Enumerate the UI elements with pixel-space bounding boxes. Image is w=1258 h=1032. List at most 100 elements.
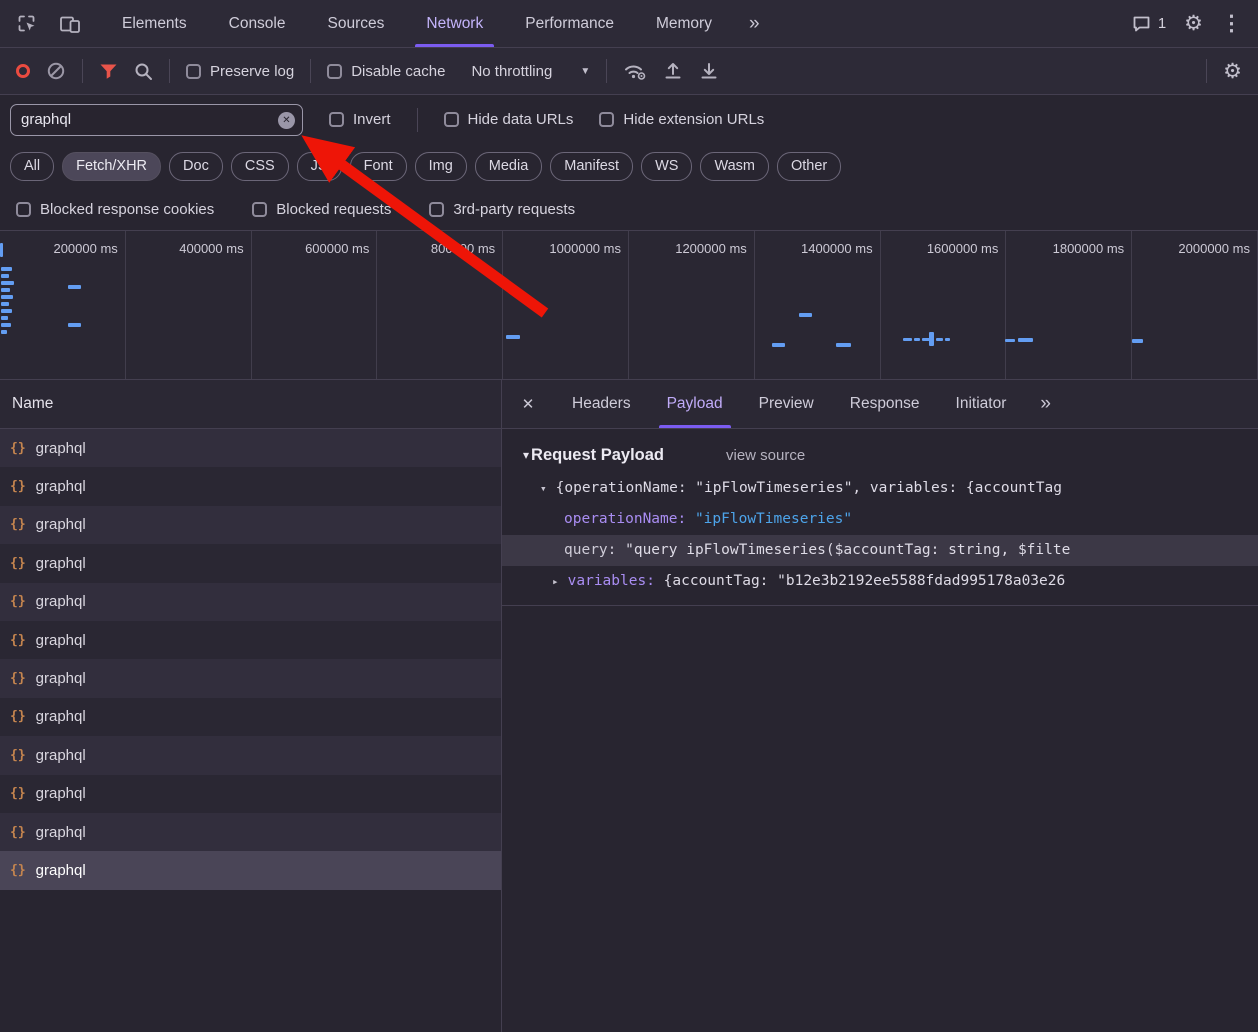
request-row[interactable]: {}graphql [0, 698, 501, 736]
request-mark [0, 243, 3, 257]
network-main-split: Name {}graphql{}graphql{}graphql{}graphq… [0, 380, 1258, 1032]
network-settings-gear-icon[interactable]: ⚙ [1223, 61, 1242, 82]
settings-gear-icon[interactable]: ⚙ [1184, 13, 1203, 34]
dropdown-arrow-icon: ▼ [580, 66, 590, 77]
filter-chip-js[interactable]: JS [297, 152, 342, 181]
request-row[interactable]: {}graphql [0, 621, 501, 659]
detail-tab-headers[interactable]: Headers [554, 380, 649, 428]
json-key: operationName: [564, 511, 695, 527]
filter-chip-other[interactable]: Other [777, 152, 841, 181]
filter-input-wrap: ✕ [10, 104, 303, 136]
payload-variables-line[interactable]: ▸variables: {accountTag: "b12e3b2192ee55… [502, 566, 1258, 597]
request-row[interactable]: {}graphql [0, 736, 501, 774]
detail-tab-preview[interactable]: Preview [741, 380, 832, 428]
export-har-button[interactable] [699, 61, 719, 81]
filter-chip-manifest[interactable]: Manifest [550, 152, 633, 181]
request-row[interactable]: {}graphql [0, 775, 501, 813]
disclosure-open-icon[interactable]: ▾ [523, 448, 529, 462]
tab-elements[interactable]: Elements [101, 0, 208, 47]
inspect-element-icon[interactable] [16, 13, 37, 34]
device-toolbar-icon[interactable] [59, 14, 81, 34]
tab-memory[interactable]: Memory [635, 0, 733, 47]
disclosure-open-icon: ▾ [540, 482, 547, 495]
request-row[interactable]: {}graphql [0, 467, 501, 505]
more-panels-icon[interactable]: » [733, 0, 776, 47]
issues-counter[interactable]: 1 [1132, 15, 1166, 33]
filter-chip-all[interactable]: All [10, 152, 54, 181]
request-row[interactable]: {}graphql [0, 851, 501, 889]
tab-performance[interactable]: Performance [504, 0, 635, 47]
close-details-icon[interactable]: ✕ [502, 380, 554, 428]
invert-checkbox[interactable]: Invert [329, 111, 391, 128]
filter-chip-wasm[interactable]: Wasm [700, 152, 769, 181]
payload-root-line[interactable]: ▾{operationName: "ipFlowTimeseries", var… [502, 473, 1258, 504]
request-row[interactable]: {}graphql [0, 506, 501, 544]
devtools-right-controls: 1 ⚙ ⋮ [1132, 0, 1258, 47]
third-party-requests-checkbox[interactable]: 3rd-party requests [429, 201, 575, 218]
json-key: variables: [568, 573, 664, 589]
tab-sources[interactable]: Sources [307, 0, 406, 47]
filter-chip-ws[interactable]: WS [641, 152, 692, 181]
record-button[interactable] [16, 64, 30, 78]
request-row[interactable]: {}graphql [0, 659, 501, 697]
disable-cache-checkbox[interactable]: Disable cache [327, 63, 445, 80]
filter-chip-img[interactable]: Img [415, 152, 467, 181]
hide-extension-urls-checkbox[interactable]: Hide extension URLs [599, 111, 764, 128]
import-har-button[interactable] [663, 61, 683, 81]
braces-icon: {} [10, 671, 26, 686]
blocked-response-cookies-checkbox[interactable]: Blocked response cookies [16, 201, 214, 218]
filter-chip-css[interactable]: CSS [231, 152, 289, 181]
filter-chip-media[interactable]: Media [475, 152, 543, 181]
request-name: graphql [36, 478, 86, 495]
request-row[interactable]: {}graphql [0, 583, 501, 621]
wifi-gear-icon [623, 61, 647, 81]
checkbox-box [329, 112, 344, 127]
payload-operation-line[interactable]: operationName: "ipFlowTimeseries" [502, 504, 1258, 535]
checkbox-box [16, 202, 31, 217]
preserve-log-checkbox[interactable]: Preserve log [186, 63, 294, 80]
network-conditions-button[interactable] [623, 61, 647, 81]
timeline-overview[interactable]: 200000 ms400000 ms600000 ms800000 ms1000… [0, 231, 1258, 380]
throttling-value: No throttling [471, 63, 552, 80]
more-detail-tabs-icon[interactable]: » [1024, 380, 1067, 428]
request-name: graphql [36, 824, 86, 841]
timeline-label: 1200000 ms [675, 241, 747, 256]
blocked-requests-checkbox[interactable]: Blocked requests [252, 201, 391, 218]
tab-console[interactable]: Console [208, 0, 307, 47]
tab-network[interactable]: Network [405, 0, 504, 47]
request-row[interactable]: {}graphql [0, 429, 501, 467]
search-button[interactable] [134, 62, 153, 81]
filter-chip-font[interactable]: Font [350, 152, 407, 181]
checkbox-box [444, 112, 459, 127]
timeline-label: 1800000 ms [1053, 241, 1125, 256]
request-list: {}graphql{}graphql{}graphql{}graphql{}gr… [0, 429, 501, 1032]
detail-tab-payload[interactable]: Payload [649, 380, 741, 428]
request-mark [506, 335, 520, 339]
kebab-menu-icon[interactable]: ⋮ [1221, 13, 1242, 34]
filter-toggle-button[interactable] [99, 63, 118, 80]
timeline-label: 1600000 ms [927, 241, 999, 256]
request-payload-section: ▾ Request Payload view source [502, 437, 1258, 473]
name-column-header[interactable]: Name [0, 380, 501, 429]
payload-query-line-selected[interactable]: query: "query ipFlowTimeseries($accountT… [502, 535, 1258, 566]
clear-filter-icon[interactable]: ✕ [278, 112, 295, 129]
request-name: graphql [36, 862, 86, 879]
timeline-section: 2000000 ms [1132, 231, 1258, 379]
request-row[interactable]: {}graphql [0, 544, 501, 582]
timeline-label: 1000000 ms [549, 241, 621, 256]
detail-tab-initiator[interactable]: Initiator [938, 380, 1025, 428]
invert-label: Invert [353, 111, 391, 128]
filter-chip-doc[interactable]: Doc [169, 152, 223, 181]
filter-chip-fetch-xhr[interactable]: Fetch/XHR [62, 152, 161, 181]
request-row[interactable]: {}graphql [0, 813, 501, 851]
blocked-filters-row: Blocked response cookies Blocked request… [0, 188, 1258, 231]
filter-input[interactable] [10, 104, 303, 136]
detail-tab-response[interactable]: Response [832, 380, 938, 428]
request-mark [1, 302, 9, 306]
clear-button[interactable] [46, 61, 66, 81]
view-source-link[interactable]: view source [726, 447, 805, 464]
hide-data-urls-checkbox[interactable]: Hide data URLs [444, 111, 574, 128]
hide-extension-urls-label: Hide extension URLs [623, 111, 764, 128]
throttling-select[interactable]: No throttling ▼ [471, 63, 590, 80]
request-name: graphql [36, 593, 86, 610]
